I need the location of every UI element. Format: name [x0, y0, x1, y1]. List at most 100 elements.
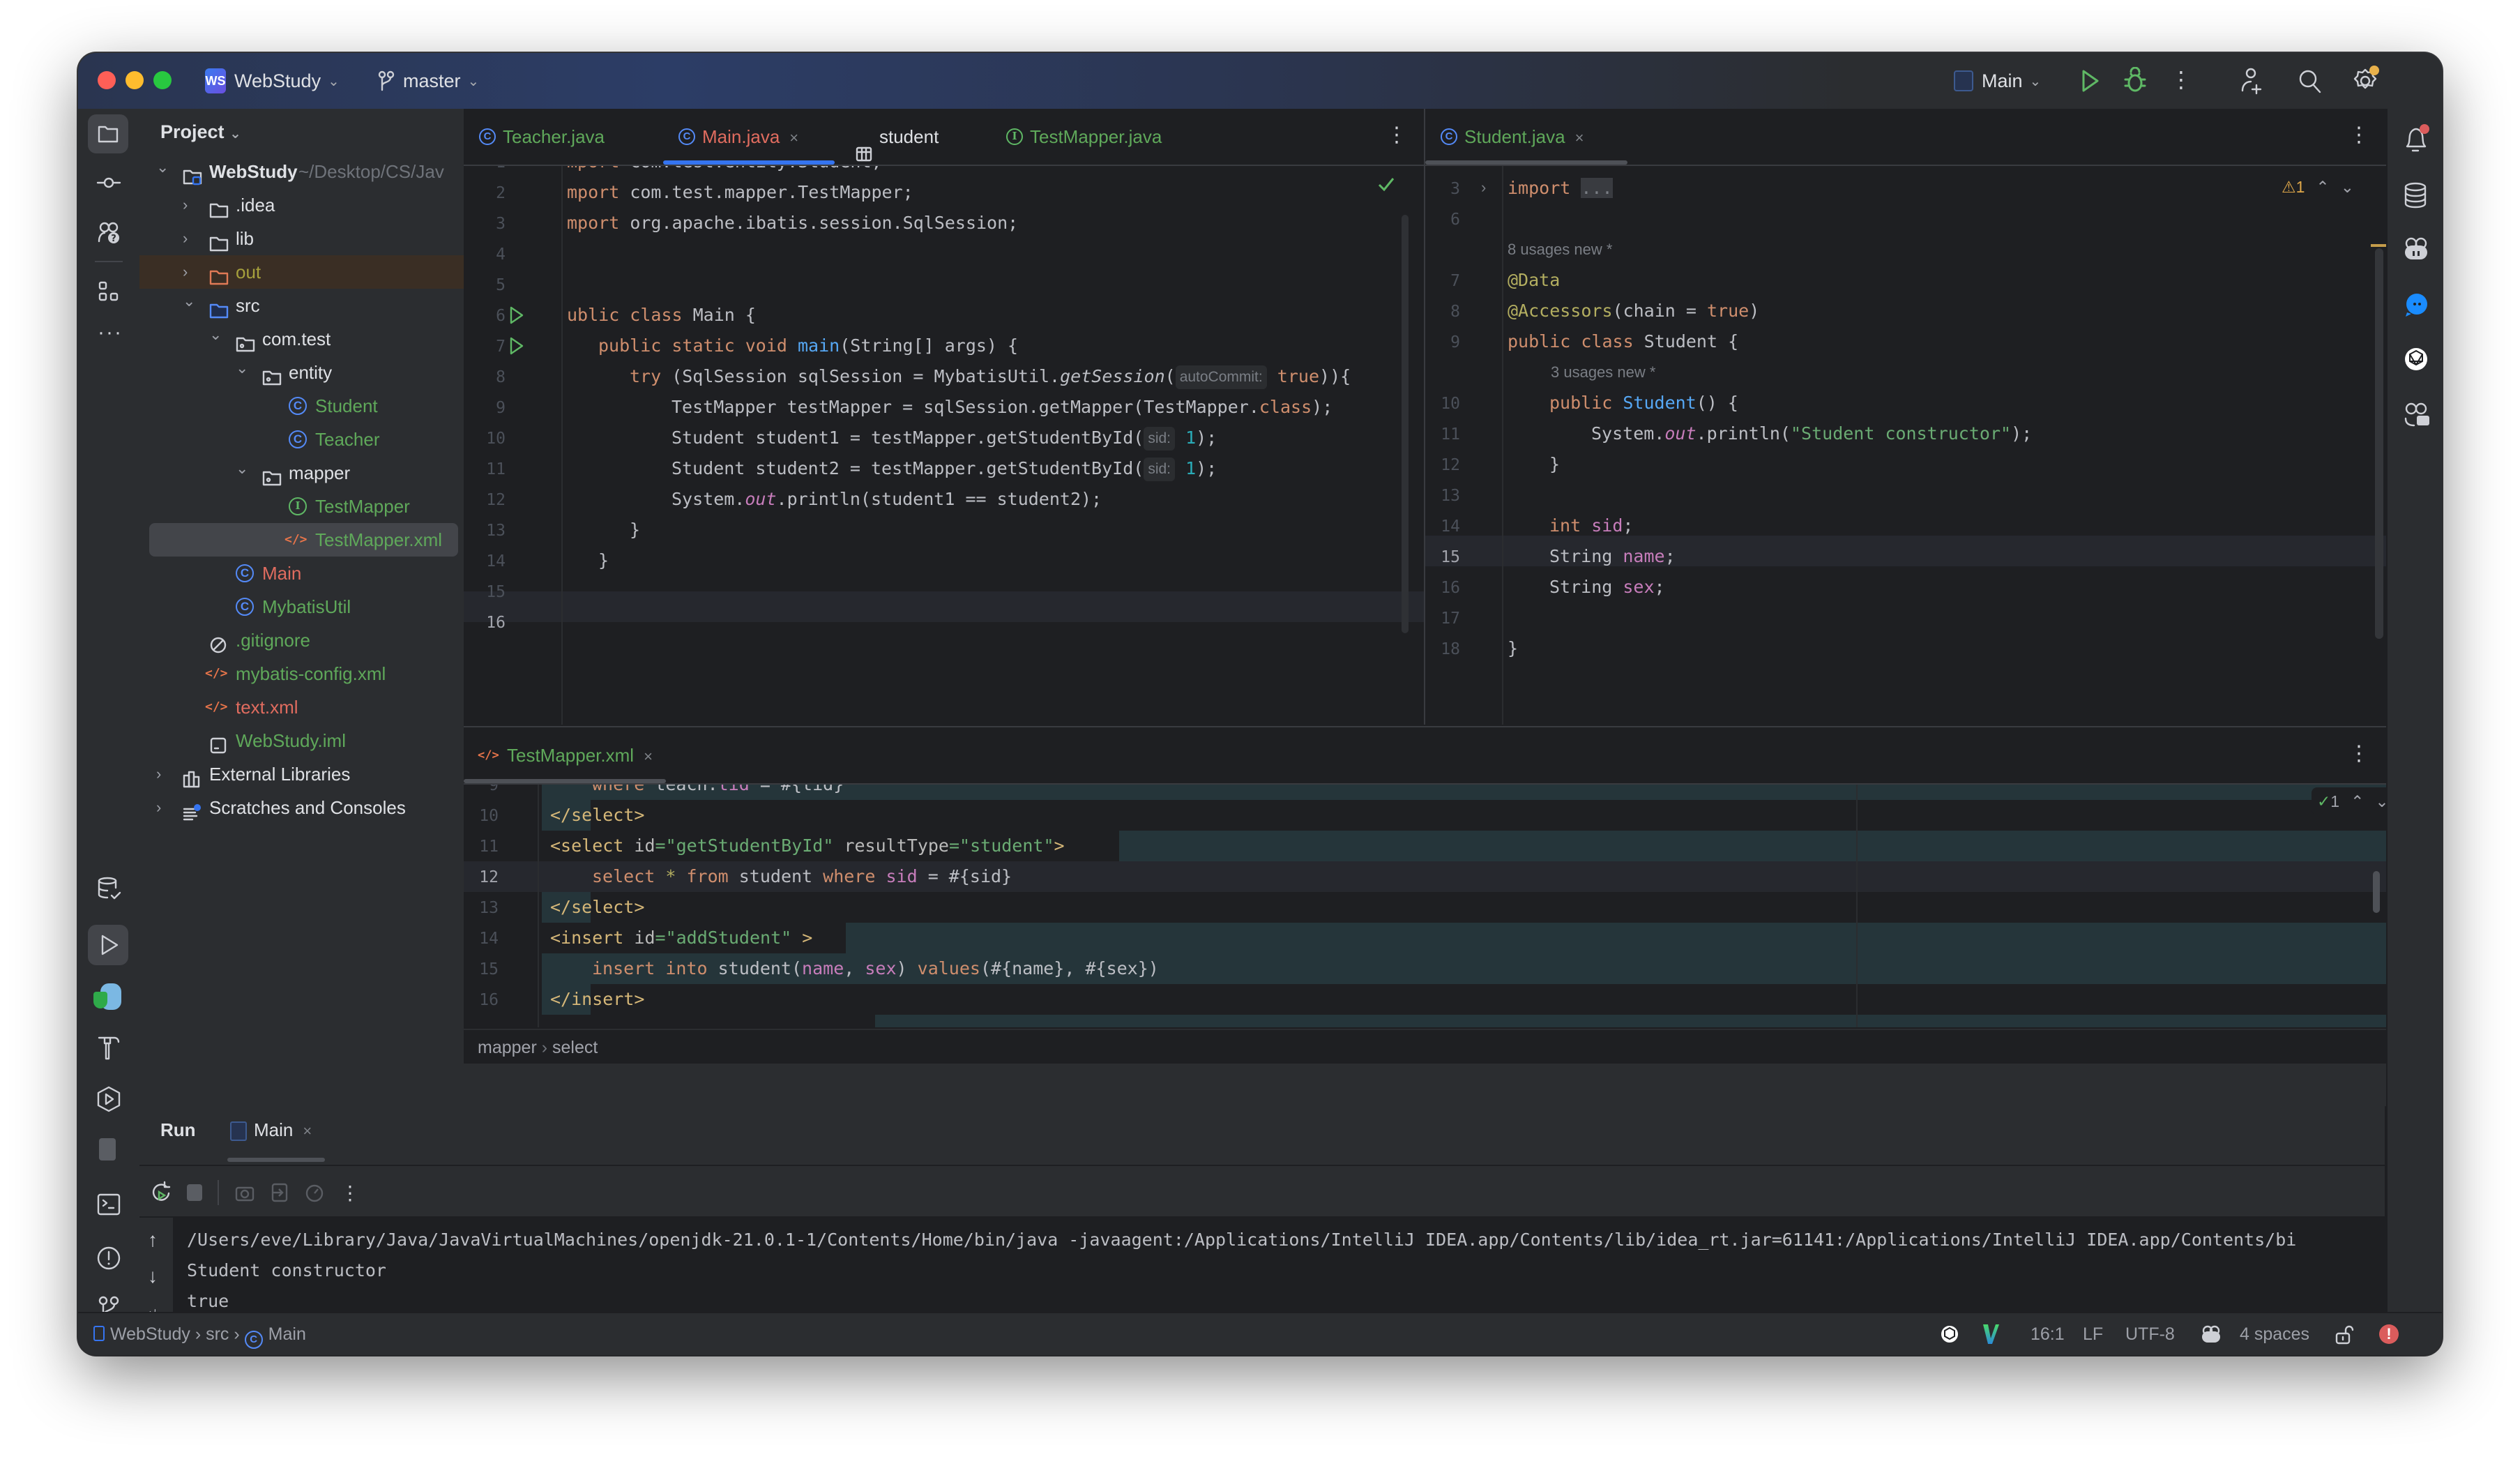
- tab-student-java[interactable]: C Student.java ×: [1441, 109, 1584, 165]
- more-actions-icon[interactable]: ⋮: [2170, 66, 2192, 93]
- no-problems-check-icon[interactable]: [1377, 176, 1395, 192]
- file-encoding[interactable]: UTF-8: [2125, 1313, 2175, 1355]
- close-tab-icon[interactable]: ×: [644, 748, 653, 765]
- inspection-widget[interactable]: ✓1 ⌃ ⌄: [2312, 787, 2386, 815]
- tab-options-icon[interactable]: ⋮: [1386, 123, 1407, 147]
- debug-bug-icon[interactable]: [2123, 67, 2148, 95]
- chevron-icon[interactable]: ⌄: [236, 452, 248, 485]
- scroll-down-icon[interactable]: ↓: [148, 1265, 158, 1287]
- openai-icon[interactable]: [2403, 346, 2429, 372]
- copilot-chat-icon[interactable]: [2403, 402, 2431, 428]
- tab-testmapper-java[interactable]: I TestMapper.java: [1006, 109, 1162, 165]
- tree-item-mybatisutil[interactable]: C MybatisUtil: [139, 590, 464, 623]
- tree-item-mybatis-config-xml[interactable]: </> mybatis-config.xml: [139, 657, 464, 690]
- run-tab-main[interactable]: Main ×: [230, 1116, 312, 1144]
- tree-item-student[interactable]: C Student: [139, 389, 464, 423]
- tree-item-testmapper-xml[interactable]: </> TestMapper.xml: [149, 523, 458, 557]
- tree-item-src[interactable]: ⌄ src: [139, 289, 464, 322]
- tree-item-scratches-and-consoles[interactable]: › Scratches and Consoles: [139, 791, 464, 824]
- chevron-icon[interactable]: ⌄: [183, 285, 195, 318]
- chevron-icon[interactable]: ›: [183, 222, 188, 255]
- terminal-icon[interactable]: [96, 1193, 121, 1216]
- maximize-window-button[interactable]: [153, 71, 172, 89]
- tab-main-java[interactable]: C Main.java ×: [678, 109, 798, 165]
- ai-assistant-help-icon[interactable]: ?: [96, 220, 121, 245]
- tree-item-lib[interactable]: › lib: [139, 222, 464, 255]
- stop-icon[interactable]: [187, 1184, 202, 1201]
- openai-status-icon[interactable]: [1940, 1324, 1959, 1344]
- tree-item-webstudy-iml[interactable]: WebStudy.iml: [139, 724, 464, 757]
- profiler-icon[interactable]: [304, 1182, 325, 1203]
- search-icon[interactable]: [2297, 67, 2323, 95]
- fold-arrow-icon[interactable]: ›: [1481, 179, 1486, 197]
- run-icon[interactable]: [2078, 67, 2102, 95]
- close-window-button[interactable]: [98, 71, 116, 89]
- tab-testmapper-xml[interactable]: </> TestMapper.xml ×: [478, 727, 653, 783]
- inspection-widget[interactable]: ⚠1 ⌃ ⌄: [2282, 173, 2354, 201]
- tree-item-teacher[interactable]: C Teacher: [139, 423, 464, 456]
- chevron-icon[interactable]: ›: [183, 188, 188, 222]
- status-breadcrumb-item[interactable]: WebStudy: [110, 1324, 190, 1344]
- tab-options-icon[interactable]: ⋮: [2348, 123, 2369, 147]
- tree-item-main[interactable]: C Main: [139, 557, 464, 590]
- settings-button[interactable]: [2351, 66, 2379, 96]
- database-icon[interactable]: [2403, 181, 2428, 209]
- more-tools-icon[interactable]: ···: [98, 321, 123, 345]
- camera-dump-threads-icon[interactable]: [234, 1182, 255, 1203]
- vertical-scrollbar[interactable]: [2373, 871, 2380, 913]
- chevron-icon[interactable]: ›: [183, 255, 188, 289]
- run-tool-button[interactable]: [88, 925, 128, 965]
- add-user-icon[interactable]: [2240, 66, 2265, 96]
- folded-imports[interactable]: ...: [1581, 178, 1613, 198]
- build-hammer-icon[interactable]: [96, 1034, 121, 1061]
- vertical-scrollbar[interactable]: [1402, 215, 1409, 633]
- code-area-right[interactable]: 3 6 7 8 9 10 11 12 13 14 15 16 17 18 › import ... 8 usag…: [1425, 166, 2386, 725]
- run-gutter-icon[interactable]: [508, 305, 525, 328]
- chat-bubble-icon[interactable]: [2403, 292, 2429, 318]
- minimize-window-button[interactable]: [126, 71, 144, 89]
- notifications-button[interactable]: [2401, 124, 2429, 155]
- tree-item-com-test[interactable]: ⌄ com.test: [139, 322, 464, 356]
- tab-options-icon[interactable]: ⋮: [2348, 741, 2369, 766]
- usages-hint[interactable]: 8 usages new *: [1508, 236, 1612, 264]
- error-alert-icon[interactable]: !: [2379, 1324, 2399, 1344]
- indent-setting[interactable]: 4 spaces: [2240, 1313, 2309, 1355]
- tree-item-webstudy[interactable]: ⌄ WebStudy ~/Desktop/CS/Jav: [139, 155, 464, 188]
- project-panel-title[interactable]: Project ⌄: [160, 121, 241, 143]
- code-area[interactable]: 12345678910111213141516mport com.test.en…: [464, 166, 1424, 725]
- tab-student[interactable]: student: [856, 109, 939, 165]
- previous-highlight-icon[interactable]: ⌃: [2351, 787, 2364, 815]
- chevron-icon[interactable]: ›: [156, 791, 161, 824]
- tab-teacher-java[interactable]: C Teacher.java: [479, 109, 605, 165]
- next-highlight-icon[interactable]: ⌄: [2341, 173, 2354, 201]
- vim-plugin-icon[interactable]: [1982, 1323, 2000, 1345]
- chevron-icon[interactable]: ⌄: [209, 318, 222, 351]
- close-tab-icon[interactable]: ×: [303, 1122, 312, 1140]
- chevron-icon[interactable]: ⌄: [156, 151, 169, 184]
- cursor-position[interactable]: 16:1: [2031, 1313, 2065, 1355]
- tree-item-mapper[interactable]: ⌄ mapper: [139, 456, 464, 490]
- tree-item-text-xml[interactable]: </> text.xml: [139, 690, 464, 724]
- next-highlight-icon[interactable]: ⌄: [2375, 787, 2386, 815]
- services-icon[interactable]: [95, 1085, 123, 1113]
- run-gutter-icon[interactable]: [508, 336, 525, 359]
- usages-hint[interactable]: 3 usages new *: [1551, 358, 1655, 386]
- tree-item-external-libraries[interactable]: › External Libraries: [139, 757, 464, 791]
- xml-code-area[interactable]: 9 10 11 12 13 14 15 16 where teach.tid = #{tid} <…: [464, 785, 2386, 1027]
- breadcrumb-item[interactable]: select: [552, 1038, 598, 1057]
- tree-item--idea[interactable]: › .idea: [139, 188, 464, 222]
- tree-item-testmapper[interactable]: I TestMapper: [139, 490, 464, 523]
- status-breadcrumb-item[interactable]: Main: [268, 1324, 306, 1344]
- tree-item--gitignore[interactable]: .gitignore: [139, 623, 464, 657]
- database-check-icon[interactable]: [96, 876, 121, 901]
- problems-icon[interactable]: [96, 1246, 121, 1271]
- commit-icon[interactable]: [96, 174, 121, 191]
- more-run-actions-icon[interactable]: ⋮: [340, 1181, 360, 1204]
- exit-icon[interactable]: [271, 1182, 289, 1203]
- breadcrumb-item[interactable]: mapper: [478, 1038, 537, 1057]
- copilot-icon[interactable]: [2403, 236, 2429, 262]
- structure-icon[interactable]: [98, 280, 120, 303]
- copilot-status-icon[interactable]: [2201, 1324, 2222, 1344]
- chevron-icon[interactable]: ›: [156, 757, 161, 791]
- pause-output-icon[interactable]: [99, 1138, 116, 1161]
